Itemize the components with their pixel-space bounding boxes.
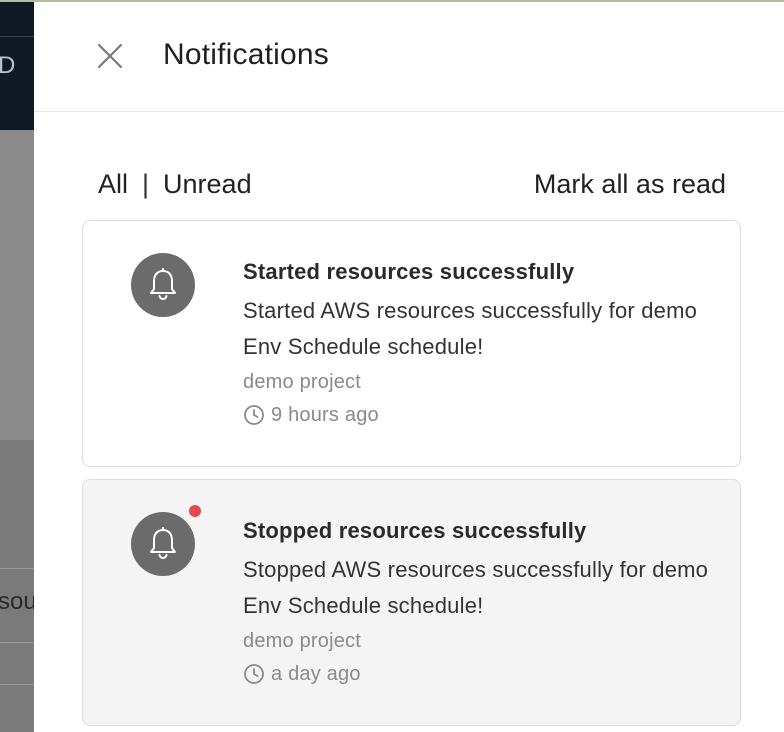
- notification-title: Stopped resources successfully: [243, 518, 587, 543]
- clock-icon: [244, 664, 264, 684]
- background-topbar-text: D: [0, 52, 22, 79]
- notification-avatar: [131, 253, 195, 317]
- notification-time-text: 9 hours ago: [271, 404, 379, 426]
- notification-project: demo project: [243, 630, 362, 652]
- notification-card[interactable]: Started resources successfully Started A…: [82, 220, 741, 467]
- mark-all-read-button[interactable]: Mark all as read: [534, 169, 726, 200]
- filter-separator: |: [142, 169, 150, 199]
- filter-unread[interactable]: Unread: [163, 169, 252, 199]
- notification-content: Started resources successfully Started A…: [243, 259, 713, 430]
- filter-all[interactable]: All: [98, 169, 128, 199]
- notification-title: Started resources successfully: [243, 259, 575, 284]
- background-topbar-divider: [0, 36, 34, 37]
- background-table: [0, 440, 34, 732]
- background-row-divider: [0, 568, 34, 569]
- notification-timestamp: 9 hours ago: [243, 400, 713, 430]
- notification-message: Stopped AWS resources successfully for d…: [243, 557, 709, 618]
- notification-message: Started AWS resources successfully for d…: [243, 298, 698, 359]
- background-topbar: D: [0, 0, 34, 130]
- bell-icon: [150, 527, 176, 560]
- notifications-drawer: Notifications All | Unread Mark all as rea…: [34, 0, 784, 732]
- notification-card[interactable]: Stopped resources successfully Stopped A…: [82, 479, 741, 726]
- bell-icon: [150, 268, 176, 301]
- notification-filters: All | Unread: [98, 169, 252, 200]
- notification-project: demo project: [243, 371, 362, 393]
- background-panel: [0, 130, 34, 440]
- drawer-title: Notifications: [163, 38, 330, 71]
- close-icon: [97, 43, 123, 69]
- notification-content: Stopped resources successfully Stopped A…: [243, 518, 713, 689]
- close-button[interactable]: [94, 40, 126, 72]
- background-row-text: sou: [0, 588, 34, 615]
- background-row-divider: [0, 642, 34, 643]
- drawer-header: Notifications: [34, 2, 784, 112]
- notification-timestamp: a day ago: [243, 659, 713, 689]
- unread-indicator-dot: [189, 505, 201, 517]
- clock-icon: [244, 405, 264, 425]
- notification-time-text: a day ago: [271, 663, 361, 685]
- background-app: D sou: [0, 0, 34, 732]
- background-row-divider: [0, 684, 34, 685]
- notification-avatar: [131, 512, 195, 576]
